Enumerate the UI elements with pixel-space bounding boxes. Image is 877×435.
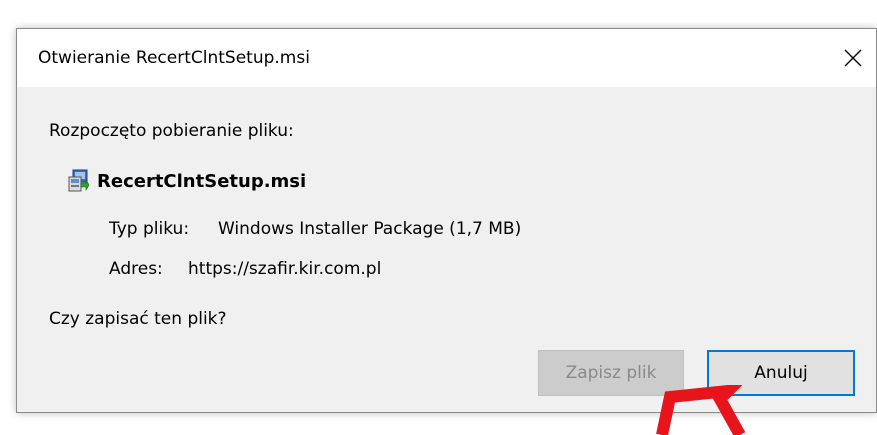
cancel-button-label: Anuluj [754, 363, 808, 383]
dialog-title: Otwieranie RecertClntSetup.msi [38, 48, 310, 68]
dialog-titlebar[interactable]: Otwieranie RecertClntSetup.msi [17, 29, 876, 87]
screen: Otwieranie RecertClntSetup.msi Rozpoczęt… [0, 0, 877, 435]
save-question: Czy zapisać ten plik? [49, 309, 227, 329]
address-label: Adres: [109, 259, 163, 279]
windows-installer-icon [68, 169, 89, 192]
file-row: RecertClntSetup.msi [67, 169, 306, 193]
red-arrow-annotation [656, 385, 746, 435]
download-started-label: Rozpoczęto pobieranie pliku: [49, 121, 294, 141]
close-button[interactable] [830, 29, 876, 87]
address-value: https://szafir.kir.com.pl [188, 259, 382, 279]
save-file-button-label: Zapisz plik [565, 363, 657, 383]
close-icon [844, 49, 862, 67]
file-name: RecertClntSetup.msi [97, 170, 307, 192]
download-dialog: Otwieranie RecertClntSetup.msi Rozpoczęt… [16, 28, 877, 413]
file-type-value: Windows Installer Package (1,7 MB) [218, 219, 522, 239]
file-type-label: Typ pliku: [109, 219, 190, 239]
